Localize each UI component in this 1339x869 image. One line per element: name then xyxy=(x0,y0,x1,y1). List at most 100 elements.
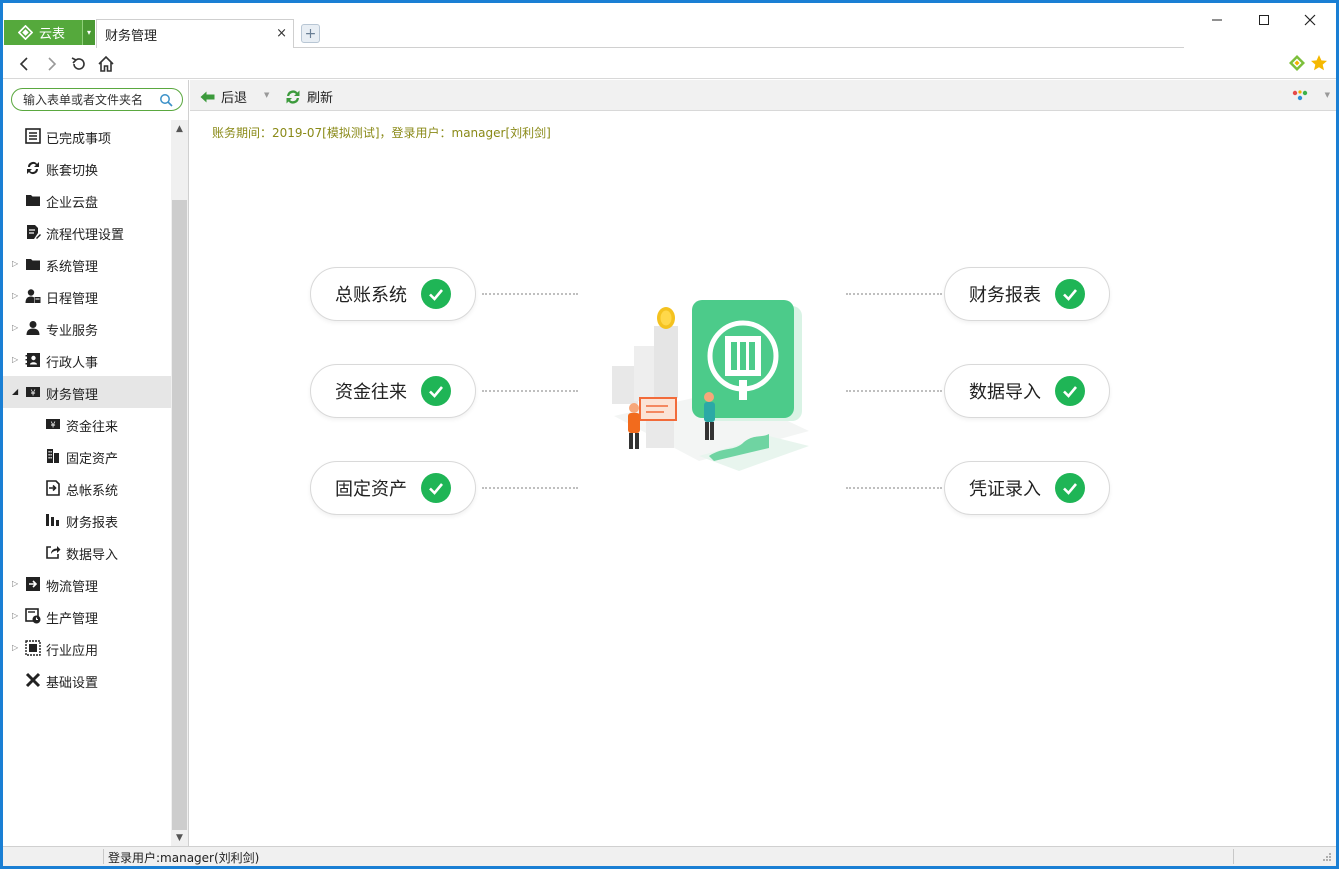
expand-caret-icon[interactable]: ▷ xyxy=(12,611,18,620)
left-sidebar: 输入表单或者文件夹名 已完成事项 账套切换 企业云盘 流程代理设置 ▷ 系统管理… xyxy=(3,80,189,846)
sidebar-item-basic-settings[interactable]: 基础设置 xyxy=(3,664,171,696)
app-window: 云表 ▾ 财务管理 × + 输入表单或者文件夹名 已完成事项 账套切换 企业云盘… xyxy=(3,3,1336,866)
connector-dots xyxy=(846,293,942,295)
maximize-button[interactable] xyxy=(1241,9,1287,31)
logistics-icon xyxy=(26,577,40,591)
tools-icon xyxy=(25,672,41,688)
nav-home-button[interactable] xyxy=(95,53,117,75)
sidebar-item-label: 日程管理 xyxy=(46,292,99,307)
sidebar-item-process-proxy[interactable]: 流程代理设置 xyxy=(3,216,171,248)
brand-dropdown-icon[interactable]: ▾ xyxy=(82,20,95,45)
new-tab-button[interactable]: + xyxy=(301,24,320,43)
module-label: 总账系统 xyxy=(335,285,407,306)
sidebar-item-label: 行政人事 xyxy=(46,356,99,371)
module-financial-reports[interactable]: 财务报表 xyxy=(944,267,1110,321)
sidebar-item-label: 固定资产 xyxy=(66,452,119,467)
resize-grip-icon[interactable] xyxy=(1322,852,1332,862)
sidebar-item-schedule[interactable]: ▷ 日程管理 xyxy=(3,280,171,312)
sidebar-item-label: 物流管理 xyxy=(46,580,99,595)
back-button[interactable]: 后退 xyxy=(200,87,247,106)
sidebar-item-label: 财务报表 xyxy=(66,516,119,531)
module-general-ledger[interactable]: 总账系统 xyxy=(310,267,476,321)
diamond-app-icon[interactable] xyxy=(1288,54,1306,72)
module-fund-transactions[interactable]: 资金往来 xyxy=(310,364,476,418)
connector-dots xyxy=(846,390,942,392)
sidebar-item-label: 账套切换 xyxy=(46,164,99,179)
sidebar-item-data-import[interactable]: 数据导入 xyxy=(3,536,171,568)
favorite-star-icon[interactable] xyxy=(1310,54,1328,72)
expand-caret-icon[interactable]: ▷ xyxy=(12,355,18,364)
nav-back-button[interactable] xyxy=(13,53,35,75)
sidebar-item-system-management[interactable]: ▷ 系统管理 xyxy=(3,248,171,280)
nav-forward-button[interactable] xyxy=(41,53,63,75)
document-edit-icon xyxy=(27,225,41,239)
search-icon[interactable] xyxy=(159,93,173,107)
sidebar-item-professional-services[interactable]: ▷ 专业服务 xyxy=(3,312,171,344)
sidebar-item-fund-transactions[interactable]: ¥ 资金往来 xyxy=(3,408,171,440)
module-label: 固定资产 xyxy=(335,479,407,500)
sidebar-item-logistics[interactable]: ▷ 物流管理 xyxy=(3,568,171,600)
back-dropdown-icon[interactable]: ▼ xyxy=(264,91,269,99)
sidebar-item-general-ledger[interactable]: 总帐系统 xyxy=(3,472,171,504)
refresh-icon xyxy=(286,89,300,104)
sidebar-item-label: 企业云盘 xyxy=(46,196,99,211)
sidebar-item-cloud-drive[interactable]: 企业云盘 xyxy=(3,184,171,216)
navigation-tree: 已完成事项 账套切换 企业云盘 流程代理设置 ▷ 系统管理 ▷ 日程管理 ▷ 专… xyxy=(3,120,171,696)
sidebar-scrollbar[interactable]: ▲ ▼ xyxy=(171,120,188,846)
content-toolbar: 后退 ▼ 刷新 ▼ xyxy=(190,80,1336,111)
main-content: 账务期间：2019-07[模拟测试]，登录用户：manager[刘利剑] 总账系… xyxy=(190,111,1336,846)
expand-caret-icon[interactable]: ▷ xyxy=(12,259,18,268)
tab-label: 财务管理 xyxy=(105,28,158,44)
minimize-button[interactable] xyxy=(1194,9,1240,31)
browser-nav-bar xyxy=(3,48,1336,79)
expand-caret-icon[interactable]: ▷ xyxy=(12,291,18,300)
sidebar-item-completed[interactable]: 已完成事项 xyxy=(3,120,171,152)
sidebar-item-fixed-assets[interactable]: 固定资产 xyxy=(3,440,171,472)
tab-finance[interactable]: 财务管理 × xyxy=(96,19,294,48)
check-icon xyxy=(1055,279,1085,309)
search-input[interactable]: 输入表单或者文件夹名 xyxy=(11,88,183,111)
module-label: 凭证录入 xyxy=(969,479,1041,500)
module-fixed-assets[interactable]: 固定资产 xyxy=(310,461,476,515)
sidebar-item-account-switch[interactable]: 账套切换 xyxy=(3,152,171,184)
sidebar-item-financial-reports[interactable]: 财务报表 xyxy=(3,504,171,536)
connector-dots xyxy=(482,487,578,489)
sidebar-item-production[interactable]: ▷ 生产管理 xyxy=(3,600,171,632)
status-separator xyxy=(1233,849,1234,864)
module-data-import[interactable]: 数据导入 xyxy=(944,364,1110,418)
expand-caret-icon[interactable]: ▷ xyxy=(12,323,18,332)
sidebar-item-label: 系统管理 xyxy=(46,260,99,275)
maximize-icon xyxy=(1259,15,1269,25)
back-arrow-icon xyxy=(200,91,215,102)
nav-right-icons xyxy=(1288,54,1328,72)
apps-dropdown-icon[interactable]: ▼ xyxy=(1325,91,1330,99)
minimize-icon xyxy=(1212,19,1222,21)
refresh-button[interactable]: 刷新 xyxy=(285,87,333,106)
sidebar-item-label: 总帐系统 xyxy=(66,484,119,499)
back-label: 后退 xyxy=(221,91,248,106)
nav-reload-button[interactable] xyxy=(68,53,90,75)
apps-color-icon[interactable] xyxy=(1292,89,1308,103)
chevron-left-icon xyxy=(19,57,28,71)
sidebar-item-label: 基础设置 xyxy=(46,676,99,691)
scroll-up-icon[interactable]: ▲ xyxy=(171,120,188,137)
connector-dots xyxy=(482,293,578,295)
close-window-button[interactable] xyxy=(1287,9,1333,31)
sidebar-item-administration-hr[interactable]: ▷ 行政人事 xyxy=(3,344,171,376)
scroll-down-icon[interactable]: ▼ xyxy=(171,829,188,846)
sidebar-item-finance-management[interactable]: ◢ ¥ 财务管理 xyxy=(3,376,171,408)
collapse-caret-icon[interactable]: ◢ xyxy=(12,387,18,396)
module-voucher-entry[interactable]: 凭证录入 xyxy=(944,461,1110,515)
sidebar-item-label: 生产管理 xyxy=(46,612,99,627)
expand-caret-icon[interactable]: ▷ xyxy=(12,643,18,652)
tab-close-icon[interactable]: × xyxy=(276,26,287,41)
accounting-period-text: 账务期间：2019-07[模拟测试]，登录用户：manager[刘利剑] xyxy=(212,126,551,140)
connector-dots xyxy=(482,390,578,392)
ledger-import-icon xyxy=(46,480,60,496)
expand-caret-icon[interactable]: ▷ xyxy=(12,579,18,588)
sidebar-item-industry-apps[interactable]: ▷ 行业应用 xyxy=(3,632,171,664)
scroll-thumb[interactable] xyxy=(172,200,187,830)
check-icon xyxy=(421,376,451,406)
check-icon xyxy=(1055,473,1085,503)
brand-menu-button[interactable]: 云表 xyxy=(4,20,82,45)
